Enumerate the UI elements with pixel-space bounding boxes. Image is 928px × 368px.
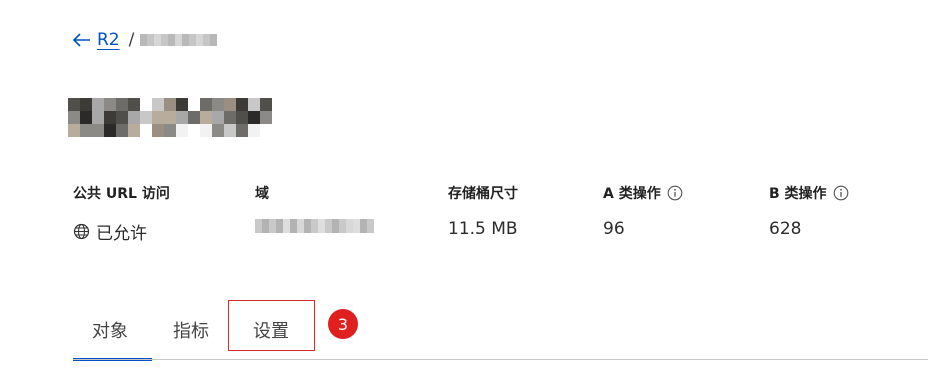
stat-label: A 类操作 bbox=[603, 186, 661, 202]
breadcrumb-current-redacted bbox=[140, 34, 218, 46]
info-icon[interactable] bbox=[667, 185, 683, 201]
stat-domain: 域 bbox=[255, 183, 374, 233]
annotation-step-badge: 3 bbox=[328, 309, 358, 339]
tab-divider bbox=[73, 359, 928, 360]
breadcrumb-separator: / bbox=[128, 30, 135, 50]
page-title-redacted bbox=[68, 98, 272, 138]
tab-metrics[interactable]: 指标 bbox=[173, 317, 209, 343]
stat-label: 域 bbox=[255, 186, 269, 202]
bucket-tabs: 对象 指标 设置 3 bbox=[73, 300, 928, 361]
tab-objects[interactable]: 对象 bbox=[92, 317, 128, 343]
stat-label: 公共 URL 访问 bbox=[73, 186, 170, 202]
globe-icon bbox=[73, 223, 90, 240]
stat-class-a-operations: A 类操作 96 bbox=[603, 183, 683, 239]
stat-bucket-size: 存储桶尺寸 11.5 MB bbox=[448, 183, 518, 239]
stat-class-b-operations: B 类操作 628 bbox=[769, 183, 849, 239]
breadcrumb: R2 / bbox=[73, 28, 218, 52]
stat-label: B 类操作 bbox=[769, 186, 827, 202]
arrow-left-icon[interactable] bbox=[73, 28, 95, 52]
stat-public-url-access: 公共 URL 访问 已允许 bbox=[73, 183, 170, 244]
annotation-highlight-box bbox=[228, 300, 315, 351]
info-icon[interactable] bbox=[833, 185, 849, 201]
domain-value-redacted bbox=[255, 219, 374, 233]
breadcrumb-link-r2[interactable]: R2 bbox=[97, 30, 120, 50]
stat-label: 存储桶尺寸 bbox=[448, 186, 518, 202]
stat-value: 628 bbox=[769, 219, 802, 239]
stat-value: 已允许 bbox=[96, 224, 147, 244]
stat-value: 11.5 MB bbox=[448, 219, 518, 239]
stat-value: 96 bbox=[603, 219, 625, 239]
